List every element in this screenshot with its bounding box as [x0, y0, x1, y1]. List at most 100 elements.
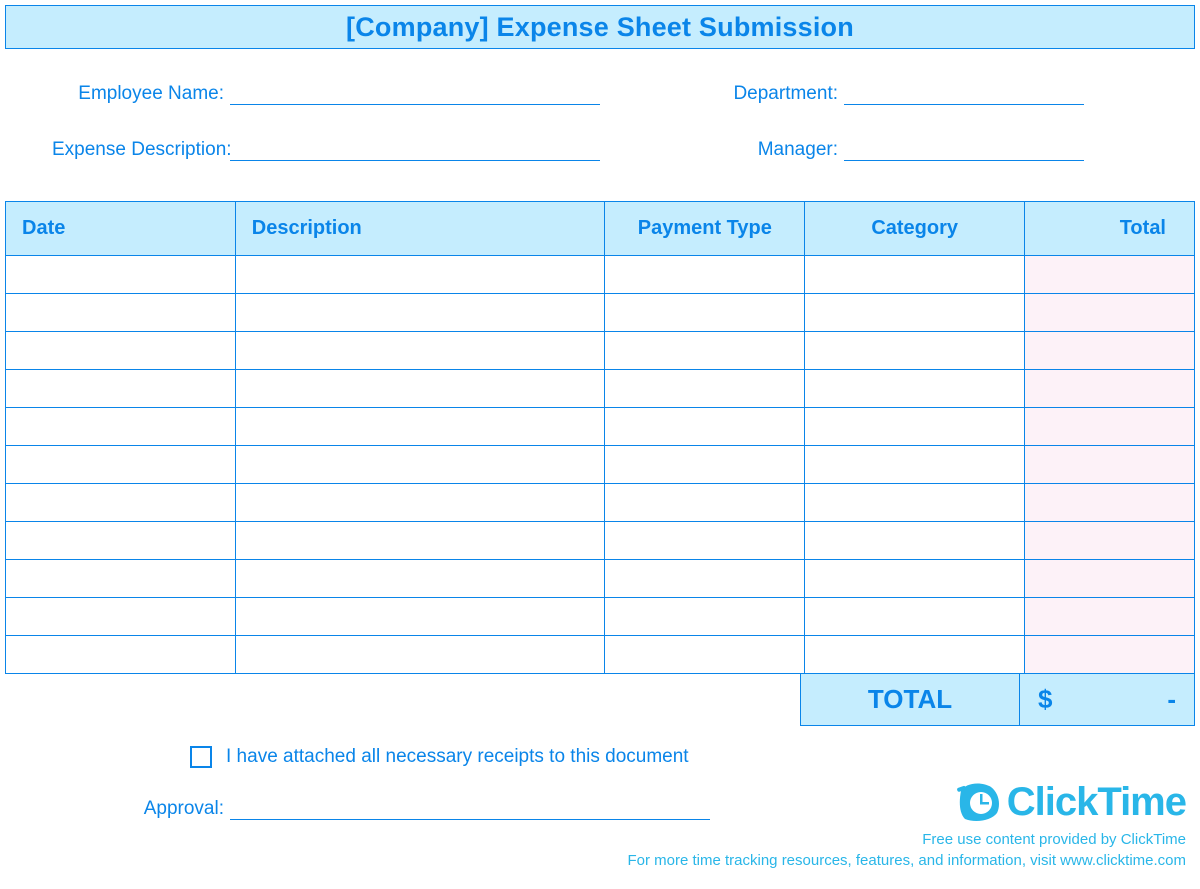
title-bar: [Company] Expense Sheet Submission — [5, 5, 1195, 49]
total-input[interactable] — [1025, 560, 1194, 597]
manager-input[interactable] — [844, 139, 1084, 161]
table-row — [6, 446, 1195, 484]
cell-total — [1025, 484, 1195, 522]
meta-section: Employee Name: Department: Expense Descr… — [0, 49, 1200, 201]
payment_type-input[interactable] — [605, 256, 804, 293]
total-input[interactable] — [1025, 484, 1194, 521]
total-input[interactable] — [1025, 332, 1194, 369]
date-input[interactable] — [6, 636, 235, 673]
category-input[interactable] — [805, 484, 1024, 521]
cell-category — [805, 598, 1025, 636]
meta-row-2: Expense Description: Manager: — [52, 139, 1050, 161]
payment_type-input[interactable] — [605, 446, 804, 483]
cell-category — [805, 370, 1025, 408]
description-input[interactable] — [236, 370, 605, 407]
cell-description — [235, 598, 605, 636]
grand-total-label: TOTAL — [800, 674, 1020, 726]
table-row — [6, 370, 1195, 408]
cell-total — [1025, 446, 1195, 484]
brand-logo: ClickTime — [627, 780, 1186, 825]
date-input[interactable] — [6, 598, 235, 635]
date-input[interactable] — [6, 256, 235, 293]
cell-category — [805, 522, 1025, 560]
table-row — [6, 294, 1195, 332]
col-header-category: Category — [805, 202, 1025, 256]
description-input[interactable] — [236, 408, 605, 445]
date-input[interactable] — [6, 522, 235, 559]
description-input[interactable] — [236, 598, 605, 635]
cell-description — [235, 408, 605, 446]
grand-total-amount: - — [1052, 684, 1182, 715]
total-input[interactable] — [1025, 598, 1194, 635]
description-input[interactable] — [236, 636, 605, 673]
cell-payment_type — [605, 408, 805, 446]
total-input[interactable] — [1025, 256, 1194, 293]
category-input[interactable] — [805, 522, 1024, 559]
cell-payment_type — [605, 370, 805, 408]
grand-total-value: $ - — [1020, 674, 1195, 726]
cell-category — [805, 484, 1025, 522]
department-label: Department: — [666, 83, 844, 105]
category-input[interactable] — [805, 560, 1024, 597]
expense-description-input[interactable] — [230, 139, 600, 161]
description-input[interactable] — [236, 294, 605, 331]
date-input[interactable] — [6, 446, 235, 483]
payment_type-input[interactable] — [605, 484, 804, 521]
date-input[interactable] — [6, 484, 235, 521]
cell-description — [235, 332, 605, 370]
category-input[interactable] — [805, 370, 1024, 407]
cell-date — [6, 560, 236, 598]
category-input[interactable] — [805, 332, 1024, 369]
cell-description — [235, 370, 605, 408]
total-input[interactable] — [1025, 446, 1194, 483]
category-input[interactable] — [805, 636, 1024, 673]
description-input[interactable] — [236, 332, 605, 369]
payment_type-input[interactable] — [605, 408, 804, 445]
total-input[interactable] — [1025, 370, 1194, 407]
employee-name-field: Employee Name: — [52, 83, 600, 105]
payment_type-input[interactable] — [605, 332, 804, 369]
total-input[interactable] — [1025, 522, 1194, 559]
date-input[interactable] — [6, 332, 235, 369]
cell-category — [805, 294, 1025, 332]
cell-payment_type — [605, 446, 805, 484]
date-input[interactable] — [6, 370, 235, 407]
cell-total — [1025, 522, 1195, 560]
receipts-checkbox[interactable] — [190, 746, 212, 768]
date-input[interactable] — [6, 294, 235, 331]
description-input[interactable] — [236, 484, 605, 521]
total-input[interactable] — [1025, 294, 1194, 331]
payment_type-input[interactable] — [605, 370, 804, 407]
table-row — [6, 636, 1195, 674]
cell-total — [1025, 332, 1195, 370]
expense-description-label: Expense Description: — [52, 139, 230, 161]
cell-date — [6, 370, 236, 408]
total-input[interactable] — [1025, 408, 1194, 445]
description-input[interactable] — [236, 560, 605, 597]
category-input[interactable] — [805, 294, 1024, 331]
department-input[interactable] — [844, 83, 1084, 105]
payment_type-input[interactable] — [605, 598, 804, 635]
payment_type-input[interactable] — [605, 560, 804, 597]
cell-date — [6, 408, 236, 446]
description-input[interactable] — [236, 446, 605, 483]
payment_type-input[interactable] — [605, 636, 804, 673]
cell-date — [6, 484, 236, 522]
col-header-total: Total — [1025, 202, 1195, 256]
category-input[interactable] — [805, 446, 1024, 483]
description-input[interactable] — [236, 522, 605, 559]
manager-label: Manager: — [666, 139, 844, 161]
total-input[interactable] — [1025, 636, 1194, 673]
cell-payment_type — [605, 294, 805, 332]
date-input[interactable] — [6, 560, 235, 597]
category-input[interactable] — [805, 256, 1024, 293]
employee-name-input[interactable] — [230, 83, 600, 105]
payment_type-input[interactable] — [605, 294, 804, 331]
payment_type-input[interactable] — [605, 522, 804, 559]
category-input[interactable] — [805, 598, 1024, 635]
description-input[interactable] — [236, 256, 605, 293]
category-input[interactable] — [805, 408, 1024, 445]
date-input[interactable] — [6, 408, 235, 445]
table-row — [6, 560, 1195, 598]
cell-description — [235, 484, 605, 522]
